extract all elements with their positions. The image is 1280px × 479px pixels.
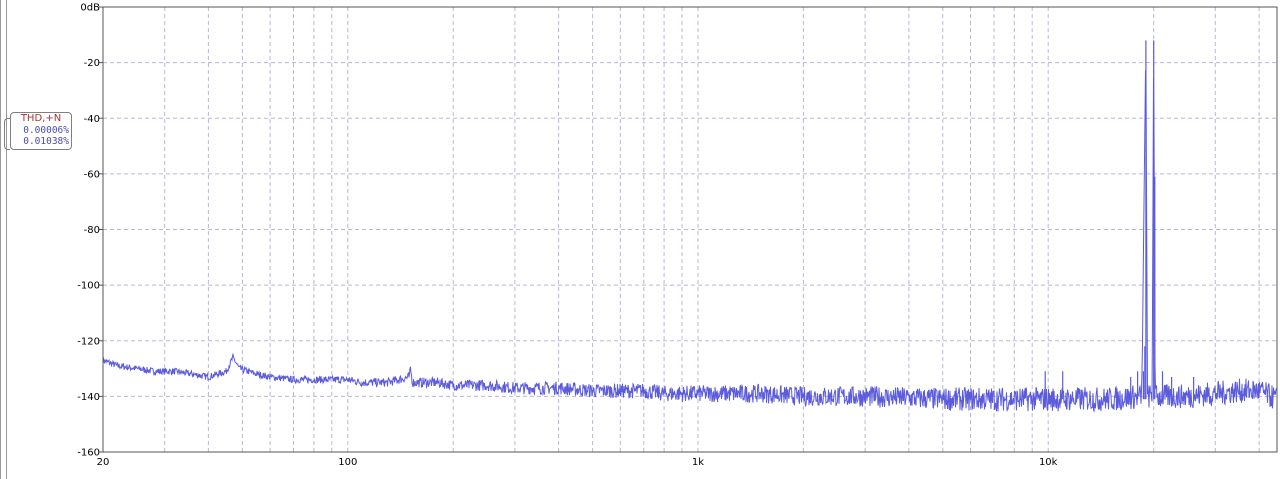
x-axis-ticks: 20 100 1k 10k — [97, 457, 1058, 468]
y-tick-label: 0dB — [80, 3, 100, 14]
y-tick-label: -100 — [77, 281, 100, 292]
spectrum-trace — [102, 40, 1278, 413]
x-tick-label: 1k — [692, 457, 704, 468]
y-tick-label: -60 — [84, 169, 100, 180]
y-tick-label: -40 — [84, 114, 100, 125]
grid — [103, 7, 1277, 452]
x-tick-label: 20 — [97, 457, 110, 468]
x-tick-label: 10k — [1039, 457, 1058, 468]
y-tick-label: -140 — [77, 392, 100, 403]
y-tick-label: -20 — [84, 58, 100, 69]
fft-spectrum-chart: 0dB-20-40-60-80-100-120-140-160 20 100 1k 1… — [77, 3, 1278, 468]
y-axis-ticks: 0dB-20-40-60-80-100-120-140-160 — [77, 3, 103, 459]
spectrum-line — [102, 70, 1278, 413]
y-tick-label: -80 — [84, 225, 100, 236]
y-tick-label: -120 — [77, 336, 100, 347]
x-tick-label: 100 — [338, 457, 357, 468]
